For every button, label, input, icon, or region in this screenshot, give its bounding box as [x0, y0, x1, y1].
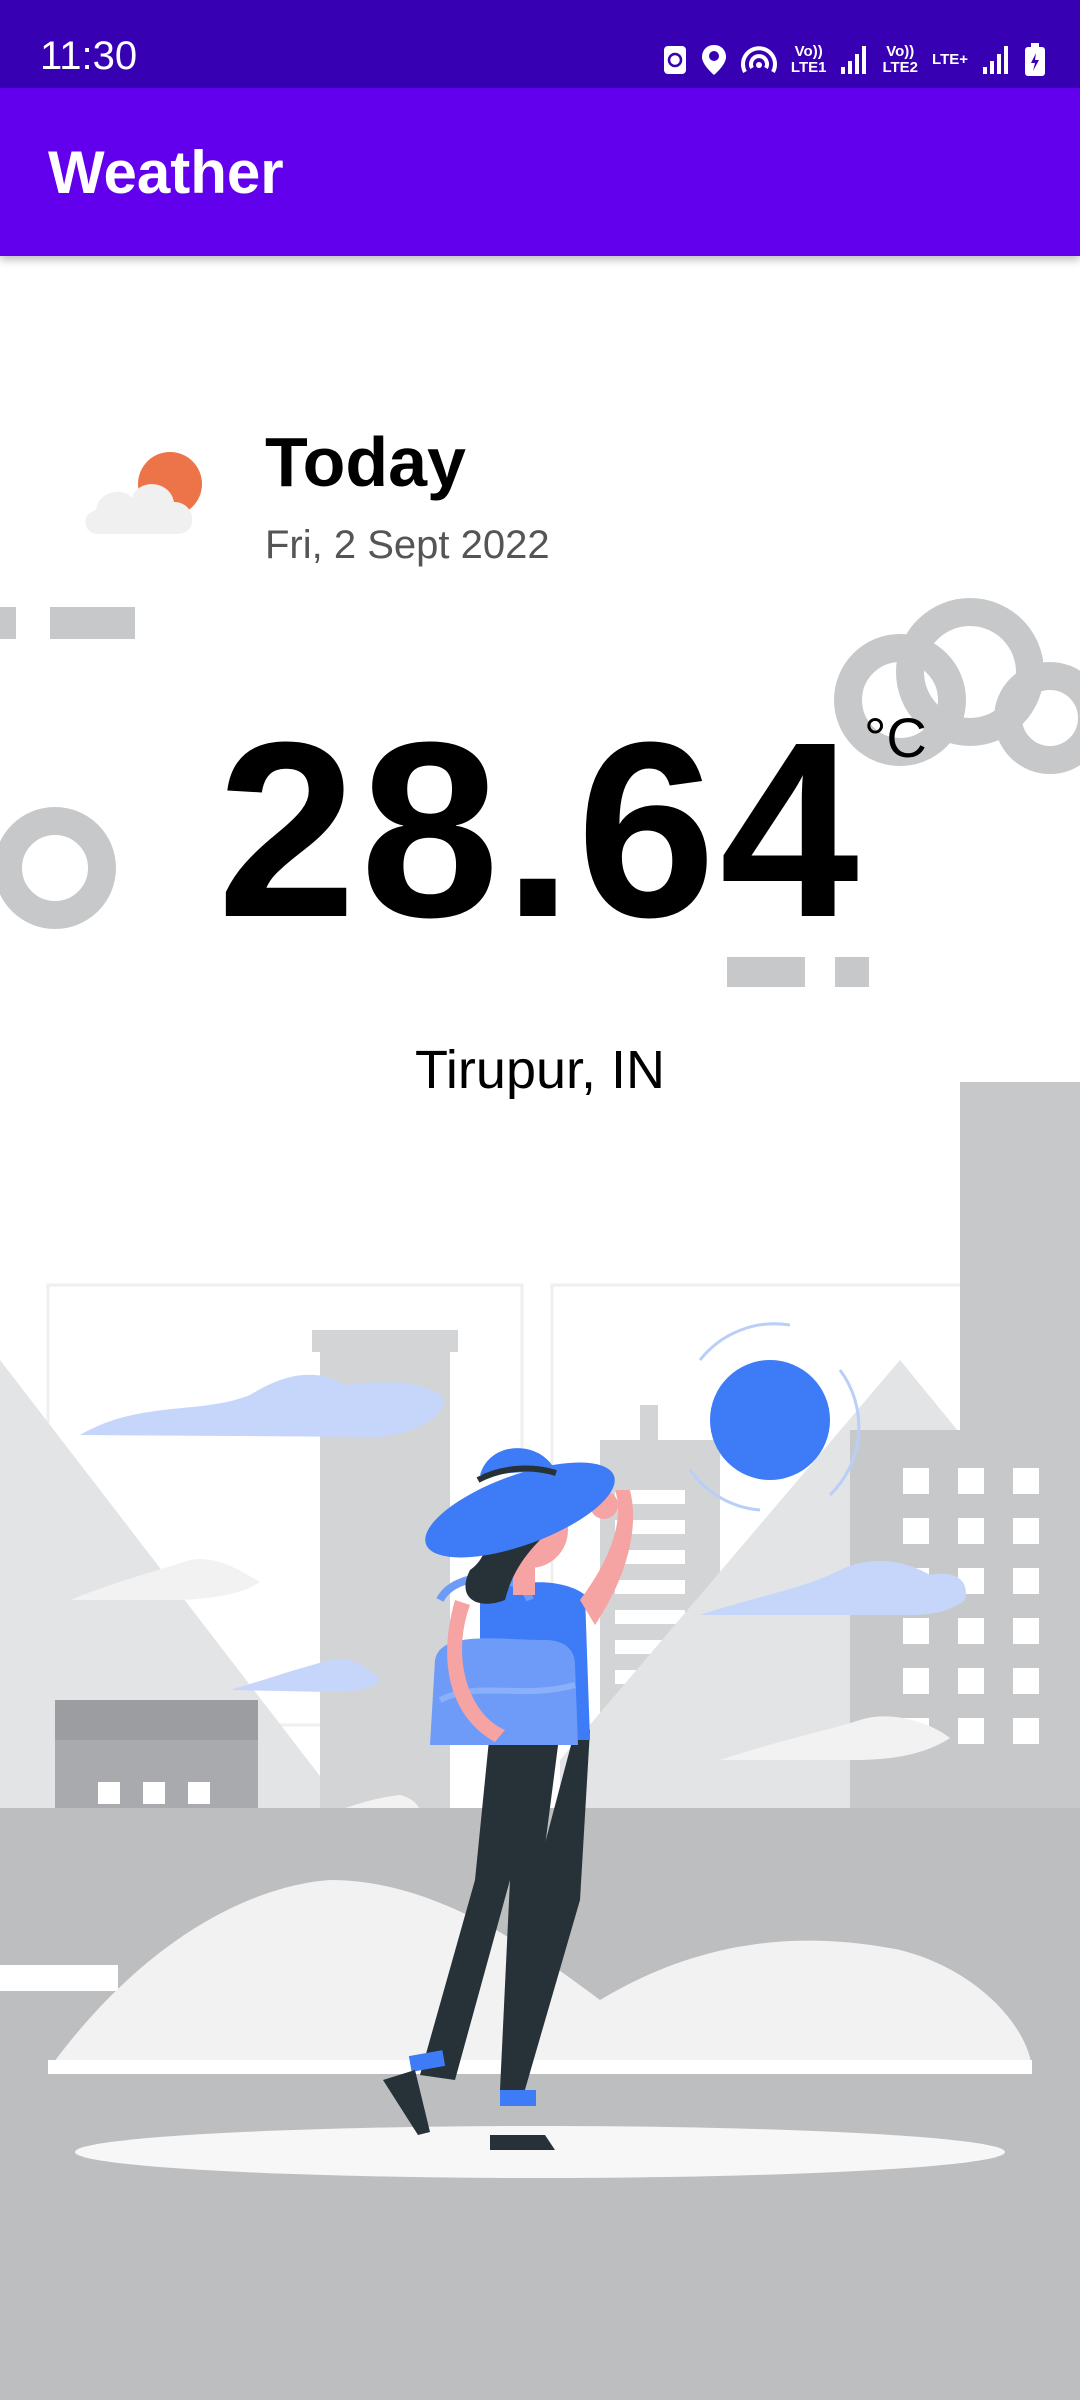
- status-bar: 11:30 Vo)) LTE1 Vo)) LTE2 LTE+: [0, 0, 1080, 88]
- volte-lte1-icon: Vo)) LTE1: [790, 43, 827, 76]
- app-bar: Weather: [0, 88, 1080, 256]
- location-icon: [701, 44, 727, 76]
- partly-cloudy-icon: [78, 448, 210, 538]
- recycle-icon: [663, 44, 687, 76]
- lte-plus-icon: LTE+: [932, 51, 968, 68]
- status-icons: Vo)) LTE1 Vo)) LTE2 LTE+: [663, 38, 1046, 82]
- signal-icon: [840, 45, 868, 75]
- hotspot-icon: [740, 44, 777, 76]
- day-label: Today: [265, 423, 466, 501]
- city-illustration: [0, 598, 1080, 2400]
- volte-lte2-icon: Vo)) LTE2: [882, 43, 919, 76]
- location-label: Tirupur, IN: [414, 1040, 666, 1100]
- app-title: Weather: [48, 139, 284, 206]
- battery-icon: [1024, 43, 1046, 77]
- date-label: Fri, 2 Sept 2022: [265, 523, 550, 567]
- status-time: 11:30: [40, 34, 138, 78]
- temperature-unit: °C: [864, 706, 927, 769]
- signal-icon: [982, 45, 1010, 75]
